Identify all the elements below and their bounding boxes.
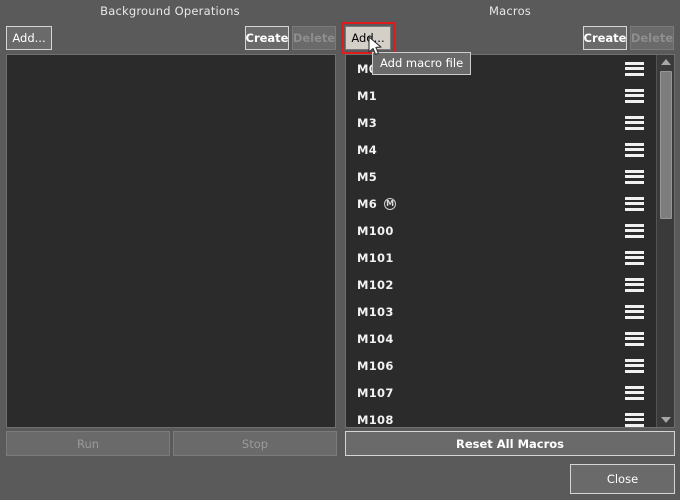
stop-button: Stop	[173, 431, 337, 456]
macro-label: M1	[357, 88, 378, 103]
macro-badge-icon: M	[384, 197, 397, 210]
macro-row[interactable]: M108	[346, 406, 656, 427]
macros-delete-button: Delete	[630, 26, 674, 50]
macro-label: M3	[357, 115, 378, 130]
scroll-down-icon[interactable]	[657, 413, 674, 427]
list-menu-icon[interactable]	[625, 385, 644, 400]
list-menu-icon[interactable]	[625, 358, 644, 373]
macros-title: Macros	[489, 4, 531, 18]
macro-row[interactable]: M102	[346, 271, 656, 298]
background-operations-title: Background Operations	[100, 4, 240, 18]
list-menu-icon[interactable]	[625, 115, 644, 130]
macro-label: M100	[357, 223, 394, 238]
list-menu-icon[interactable]	[625, 223, 644, 238]
macro-label: M102	[357, 277, 394, 292]
macro-label: M5	[357, 169, 378, 184]
list-menu-icon[interactable]	[625, 250, 644, 265]
macros-list-pane: M0 M1 M3 M4 M5 M6 M M100 M101 M102 M103 M104 M106 M10…	[345, 54, 675, 428]
macro-label: M101	[357, 250, 394, 265]
scroll-up-icon[interactable]	[657, 55, 674, 69]
list-menu-icon[interactable]	[625, 61, 644, 76]
background-add-button[interactable]: Add...	[6, 26, 52, 50]
run-button: Run	[6, 431, 170, 456]
macro-row[interactable]: M1	[346, 82, 656, 109]
list-menu-icon[interactable]	[625, 277, 644, 292]
macro-row[interactable]: M107	[346, 379, 656, 406]
macro-label: M107	[357, 385, 394, 400]
list-menu-icon[interactable]	[625, 142, 644, 157]
macro-row[interactable]: M106	[346, 352, 656, 379]
macro-row[interactable]: M100	[346, 217, 656, 244]
macros-list[interactable]: M0 M1 M3 M4 M5 M6 M M100 M101 M102 M103 M104 M106 M10…	[346, 55, 656, 427]
macros-create-button[interactable]: Create	[583, 26, 627, 50]
list-menu-icon[interactable]	[625, 196, 644, 211]
macro-label: M108	[357, 412, 394, 427]
macro-row[interactable]: M101	[346, 244, 656, 271]
macro-label: M104	[357, 331, 394, 346]
background-delete-button: Delete	[292, 26, 336, 50]
macro-label: M106	[357, 358, 394, 373]
list-menu-icon[interactable]	[625, 169, 644, 184]
macros-add-button[interactable]: Add...	[345, 26, 391, 50]
macro-label: M103	[357, 304, 394, 319]
background-operations-list[interactable]	[6, 54, 336, 428]
macro-row[interactable]: M103	[346, 298, 656, 325]
macro-row[interactable]: M6 M	[346, 190, 656, 217]
list-menu-icon[interactable]	[625, 304, 644, 319]
background-create-button[interactable]: Create	[245, 26, 289, 50]
macro-label: M4	[357, 142, 378, 157]
macro-row[interactable]: M5	[346, 163, 656, 190]
macro-row[interactable]: M3	[346, 109, 656, 136]
close-button[interactable]: Close	[570, 464, 675, 494]
macro-row[interactable]: M4	[346, 136, 656, 163]
macro-label: M6	[357, 196, 378, 211]
list-menu-icon[interactable]	[625, 88, 644, 103]
scrollbar-thumb[interactable]	[660, 71, 672, 219]
macros-scrollbar[interactable]	[656, 55, 674, 427]
list-menu-icon[interactable]	[625, 412, 644, 427]
reset-all-macros-button[interactable]: Reset All Macros	[345, 431, 675, 456]
list-menu-icon[interactable]	[625, 331, 644, 346]
macro-row[interactable]: M104	[346, 325, 656, 352]
tooltip: Add macro file	[372, 52, 472, 75]
macros-dialog: Background Operations Macros Add... Crea…	[0, 0, 680, 500]
